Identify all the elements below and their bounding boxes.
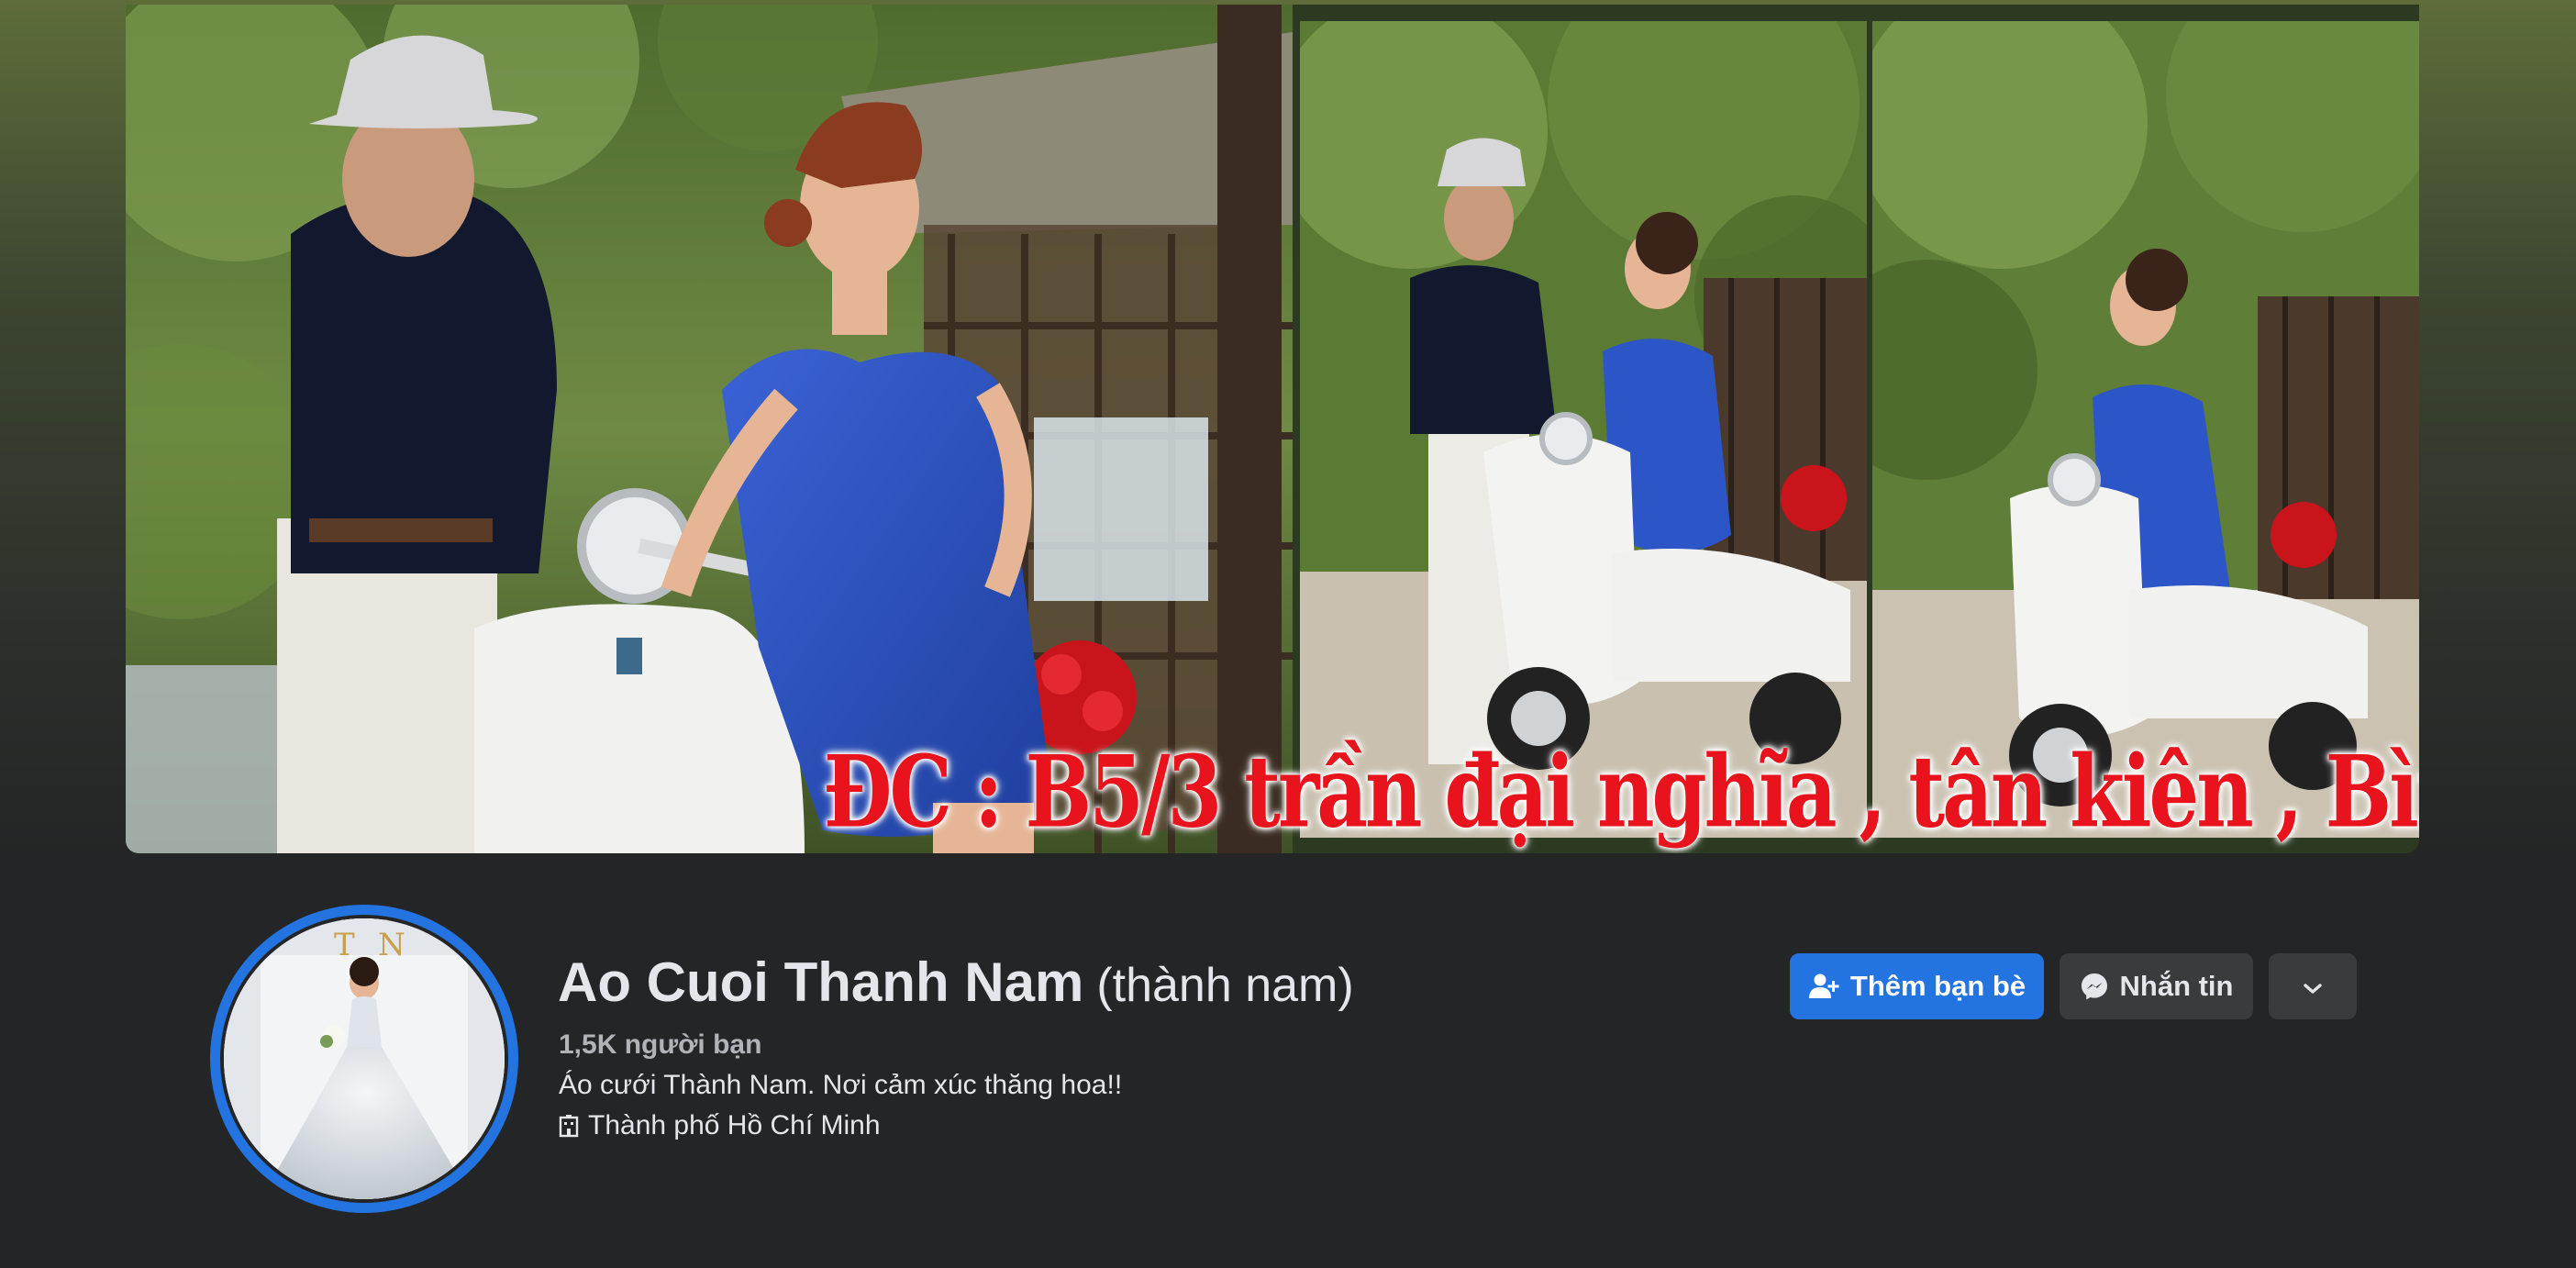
friends-count[interactable]: 1,5K người bạn [559,1029,761,1061]
cover-photo-panel-right [1872,21,2419,838]
message-button[interactable]: Nhắn tin [2060,953,2253,1019]
profile-page: ĐC : B5/3 trần đại nghĩa , tân kiên , Bì… [0,0,2576,1268]
add-friend-icon [1808,973,1839,1000]
cover-caption: ĐC : B5/3 trần đại nghĩa , tân kiên , Bì… [823,733,2419,851]
svg-text:T: T [334,927,355,963]
location-label: Thành phố Hồ Chí Minh [588,1110,881,1140]
add-friend-label: Thêm bạn bè [1849,970,2026,1002]
message-label: Nhắn tin [2119,970,2234,1002]
avatar: T N [224,918,505,1199]
chevron-down-icon [2303,970,2323,1003]
profile-bio: Áo cưới Thành Nam. Nơi cảm xúc thăng hoa… [559,1070,1123,1100]
svg-text:N: N [378,927,405,963]
cover-photo-panel-large [126,5,1293,853]
building-icon [559,1114,579,1138]
cover-photo[interactable]: ĐC : B5/3 trần đại nghĩa , tân kiên , Bì… [126,5,2419,853]
more-options-button[interactable] [2269,953,2357,1019]
alternate-name: (thành nam) [1096,959,1354,1012]
cover-photo-panel-middle [1300,21,1867,838]
page-title: Ao Cuoi Thanh Nam [558,951,1084,1013]
messenger-icon [2080,972,2109,1001]
add-friend-button[interactable]: Thêm bạn bè [1790,953,2044,1019]
profile-location: Thành phố Hồ Chí Minh [559,1110,881,1141]
profile-avatar[interactable]: T N [210,905,518,1213]
profile-name: Ao Cuoi Thanh Nam (thành nam) [558,951,1354,1014]
